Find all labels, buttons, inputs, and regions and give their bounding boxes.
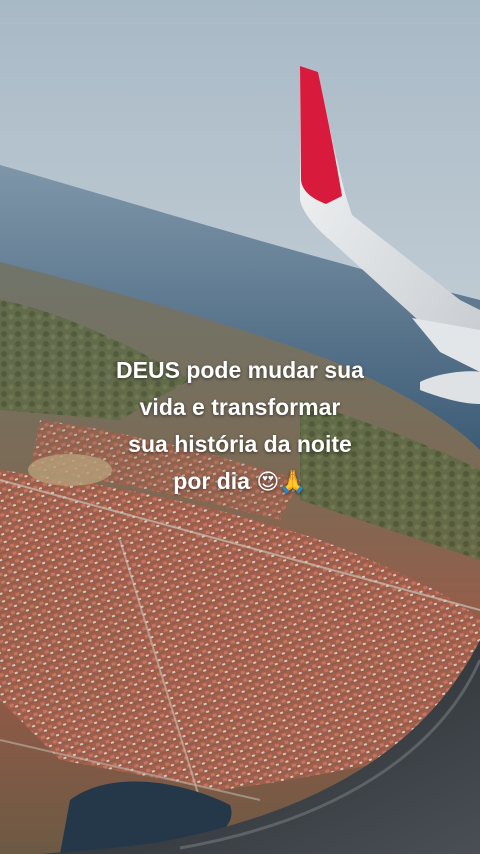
- caption-line: DEUS pode mudar sua: [116, 357, 364, 383]
- heart-eyes-emoji-icon: 😍: [256, 470, 280, 495]
- airplane-window-photo: DEUS pode mudar sua vida e transformar s…: [0, 0, 480, 854]
- caption-line: sua história da noite: [128, 431, 352, 457]
- caption-text: por dia: [173, 468, 250, 494]
- caption-line: por dia 😍🙏: [60, 463, 420, 501]
- caption-line: vida e transformar: [139, 394, 341, 420]
- praying-hands-emoji-icon: 🙏: [279, 470, 307, 495]
- story-caption: DEUS pode mudar sua vida e transformar s…: [60, 352, 420, 501]
